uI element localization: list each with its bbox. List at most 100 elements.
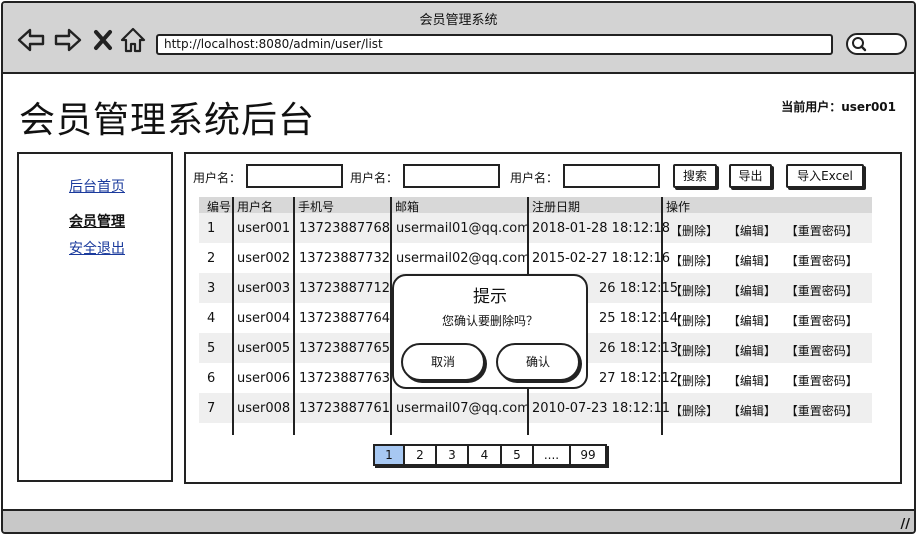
cell-date: 27 18:12:12 bbox=[599, 371, 679, 386]
page-button-4[interactable]: 4 bbox=[469, 446, 502, 464]
cell-username: user006 bbox=[237, 371, 291, 386]
cell-date: 2018-01-28 18:12:18 bbox=[532, 221, 671, 236]
cell-date: 2015-02-27 18:12:16 bbox=[532, 251, 671, 266]
cell-username: user004 bbox=[237, 311, 291, 326]
cell-username: user002 bbox=[237, 251, 291, 266]
cell-date: 26 18:12:13 bbox=[599, 341, 679, 356]
page-button-5[interactable]: 5 bbox=[502, 446, 534, 464]
cell-phone: 13723887732 bbox=[299, 251, 390, 266]
cancel-button[interactable]: 取消 bbox=[401, 343, 485, 381]
cell-phone: 13723887712 bbox=[299, 281, 390, 296]
edit-link[interactable]: 【编辑】 bbox=[728, 404, 776, 418]
row-actions: 【删除】 【编辑】 【重置密码】 bbox=[670, 282, 858, 299]
export-button[interactable]: 导出 bbox=[729, 164, 772, 188]
status-bar: // bbox=[3, 509, 914, 532]
page-button-2[interactable]: 2 bbox=[405, 446, 437, 464]
delete-link[interactable]: 【删除】 bbox=[670, 224, 718, 238]
sidebar-item-member-management[interactable]: 会员管理 bbox=[69, 211, 125, 231]
reset-password-link[interactable]: 【重置密码】 bbox=[786, 254, 858, 268]
column-divider bbox=[232, 197, 234, 435]
dialog-title: 提示 bbox=[473, 287, 507, 307]
home-icon[interactable] bbox=[120, 27, 146, 53]
delete-link[interactable]: 【删除】 bbox=[670, 254, 718, 268]
pagination: 1 2 3 4 5 .... 99 bbox=[373, 444, 607, 466]
back-arrow-icon[interactable] bbox=[17, 27, 45, 53]
edit-link[interactable]: 【编辑】 bbox=[728, 254, 776, 268]
resize-grip-icon[interactable]: // bbox=[901, 517, 911, 532]
cell-username: user001 bbox=[237, 221, 291, 236]
username-filter-input-2[interactable] bbox=[403, 164, 500, 188]
edit-link[interactable]: 【编辑】 bbox=[728, 374, 776, 388]
cell-date: 25 18:12:14 bbox=[599, 311, 679, 326]
sidebar-item-home[interactable]: 后台首页 bbox=[69, 176, 125, 196]
import-excel-button[interactable]: 导入Excel bbox=[786, 164, 864, 188]
row-actions: 【删除】 【编辑】 【重置密码】 bbox=[670, 342, 858, 359]
confirm-button[interactable]: 确认 bbox=[496, 343, 580, 381]
reset-password-link[interactable]: 【重置密码】 bbox=[786, 314, 858, 328]
sidebar-item-logout[interactable]: 安全退出 bbox=[69, 238, 125, 258]
reset-password-link[interactable]: 【重置密码】 bbox=[786, 404, 858, 418]
confirm-delete-dialog: 提示 您确认要删除吗？ 取消 确认 bbox=[392, 274, 588, 389]
column-divider bbox=[661, 197, 663, 435]
cell-email: usermail01@qq.com bbox=[396, 221, 530, 236]
search-icon bbox=[852, 37, 867, 52]
delete-link[interactable]: 【删除】 bbox=[670, 284, 718, 298]
browser-toolbar: 会员管理系统 http://localhost:8080/admin/user/… bbox=[3, 3, 914, 74]
cell-email: usermail02@qq.com bbox=[396, 251, 530, 266]
close-icon[interactable] bbox=[93, 27, 113, 53]
delete-link[interactable]: 【删除】 bbox=[670, 404, 718, 418]
search-button[interactable]: 搜索 bbox=[673, 164, 717, 188]
username-filter-input-3[interactable] bbox=[563, 164, 660, 188]
browser-window: 会员管理系统 http://localhost:8080/admin/user/… bbox=[1, 1, 916, 534]
delete-link[interactable]: 【删除】 bbox=[670, 374, 718, 388]
column-divider bbox=[293, 197, 295, 435]
page-ellipsis: .... bbox=[534, 446, 571, 464]
cell-username: user003 bbox=[237, 281, 291, 296]
row-actions: 【删除】 【编辑】 【重置密码】 bbox=[670, 402, 858, 419]
row-actions: 【删除】 【编辑】 【重置密码】 bbox=[670, 252, 858, 269]
page-button-last[interactable]: 99 bbox=[571, 446, 605, 464]
address-bar[interactable]: http://localhost:8080/admin/user/list bbox=[156, 34, 833, 55]
page-title: 会员管理系统后台 bbox=[19, 100, 316, 141]
cell-phone: 13723887765 bbox=[299, 341, 390, 356]
edit-link[interactable]: 【编辑】 bbox=[728, 224, 776, 238]
table-row: 7 user008 13723887761 usermail07@qq.com … bbox=[199, 393, 872, 423]
browser-search-field[interactable] bbox=[846, 33, 907, 55]
reset-password-link[interactable]: 【重置密码】 bbox=[786, 374, 858, 388]
window-title: 会员管理系统 bbox=[419, 13, 498, 28]
cell-id: 4 bbox=[207, 311, 216, 326]
cell-username: user008 bbox=[237, 401, 291, 416]
cell-phone: 13723887763 bbox=[299, 371, 390, 386]
current-user-label: 当前用户：user001 bbox=[781, 100, 896, 114]
row-actions: 【删除】 【编辑】 【重置密码】 bbox=[670, 372, 858, 389]
table-row: 2 user002 13723887732 usermail02@qq.com … bbox=[199, 243, 872, 273]
row-actions: 【删除】 【编辑】 【重置密码】 bbox=[670, 222, 858, 239]
username-filter-input-1[interactable] bbox=[246, 164, 343, 188]
table-header: 编号 用户名 手机号 邮箱 注册日期 操作 bbox=[199, 197, 872, 214]
cell-date: 26 18:12:15 bbox=[599, 281, 679, 296]
edit-link[interactable]: 【编辑】 bbox=[728, 314, 776, 328]
cell-id: 2 bbox=[207, 251, 216, 266]
row-actions: 【删除】 【编辑】 【重置密码】 bbox=[670, 312, 858, 329]
cell-phone: 13723887768 bbox=[299, 221, 390, 236]
reset-password-link[interactable]: 【重置密码】 bbox=[786, 284, 858, 298]
reset-password-link[interactable]: 【重置密码】 bbox=[786, 344, 858, 358]
reset-password-link[interactable]: 【重置密码】 bbox=[786, 224, 858, 238]
edit-link[interactable]: 【编辑】 bbox=[728, 284, 776, 298]
cell-id: 6 bbox=[207, 371, 216, 386]
forward-arrow-icon[interactable] bbox=[54, 27, 82, 53]
edit-link[interactable]: 【编辑】 bbox=[728, 344, 776, 358]
page-button-1[interactable]: 1 bbox=[375, 446, 405, 464]
filter-label-1: 用户名： bbox=[193, 171, 242, 185]
cell-date: 2010-07-23 18:12:11 bbox=[532, 401, 671, 416]
page-button-3[interactable]: 3 bbox=[437, 446, 469, 464]
cell-id: 5 bbox=[207, 341, 216, 356]
cell-id: 1 bbox=[207, 221, 216, 236]
cell-id: 3 bbox=[207, 281, 216, 296]
cell-id: 7 bbox=[207, 401, 216, 416]
dialog-message: 您确认要删除吗？ bbox=[441, 314, 538, 328]
delete-link[interactable]: 【删除】 bbox=[670, 314, 718, 328]
filter-label-3: 用户名： bbox=[510, 171, 559, 185]
cell-phone: 13723887764 bbox=[299, 311, 390, 326]
delete-link[interactable]: 【删除】 bbox=[670, 344, 718, 358]
